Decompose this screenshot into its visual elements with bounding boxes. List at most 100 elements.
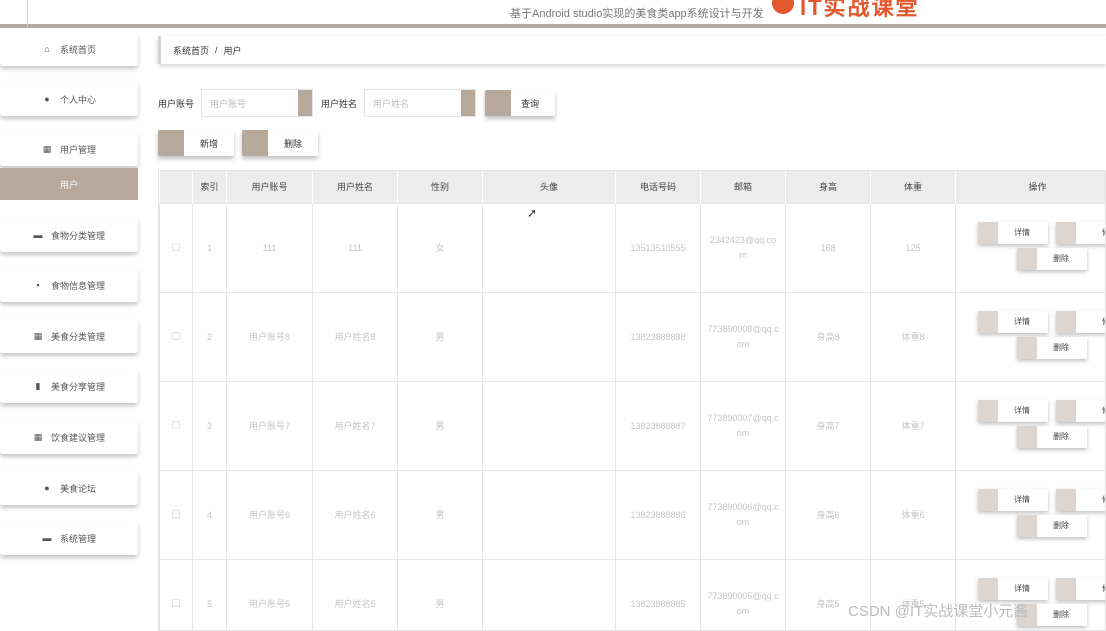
row-delete-button-label: 删除 [1053,254,1069,263]
sidebar-item-diet-advice[interactable]: ▦ 饮食建议管理 [0,420,138,454]
row-checkbox-cell[interactable] [159,202,193,293]
cell-phone: 13823888885 [615,558,701,630]
cell-email: 773890008@qq.com [700,291,786,382]
row-checkbox[interactable] [172,242,180,251]
button-swatch [1056,577,1076,600]
button-swatch [1017,247,1037,270]
breadcrumb-home[interactable]: 系统首页 [173,44,209,57]
sidebar-item-label: 美食分享管理 [50,381,105,392]
cell-index: 2 [192,291,227,382]
grid-icon: ▦ [42,144,52,154]
row-checkbox-cell[interactable] [159,558,193,630]
row-delete-button[interactable]: 删除 [1017,425,1087,448]
watermark: CSDN @IT实战课堂小元酱 [848,603,1029,620]
query-button-label: 查询 [520,98,539,109]
cell-name: 用户姓名8 [312,291,398,382]
breadcrumb-current: 用户 [223,45,242,56]
detail-button-label: 详情 [1014,495,1030,504]
button-swatch [485,90,511,116]
table-header-row: 索引 用户账号 用户姓名 性别 头像 电话号码 邮箱 身高 体重 操作 [159,171,1105,203]
query-button[interactable]: 查询 [485,90,555,116]
cell-phone: 13823888888 [615,291,701,382]
detail-button[interactable]: 详情 [978,221,1048,244]
cell-weight: 125 [870,202,956,293]
table-row: 3 用户账号7 用户姓名7 男 13823888887 773890007@qq… [159,380,1105,471]
edit-button[interactable]: 修改 [1056,577,1105,600]
sidebar-item-food-info[interactable]: ▪ 食物信息管理 [0,268,138,302]
input-edge-decoration [298,90,312,116]
edit-button[interactable]: 修改 [1056,310,1105,333]
monitor-icon: ▬ [42,533,52,543]
person-icon: ● [44,94,50,104]
button-swatch [1017,336,1037,359]
row-checkbox[interactable] [172,420,180,429]
account-search-placeholder: 用户账号 [210,98,247,109]
detail-button[interactable]: 详情 [978,488,1048,511]
cell-index: 3 [192,380,227,471]
input-edge-decoration [461,90,475,116]
breadcrumb: 系统首页 / 用户 [158,36,1106,64]
edit-button[interactable]: 修改 [1056,488,1105,511]
button-swatch [1017,514,1037,537]
sidebar-item-cuisine-category[interactable]: ▦ 美食分类管理 [0,319,138,353]
edit-button[interactable]: 修改 [1056,399,1105,422]
row-checkbox[interactable] [172,598,180,607]
button-swatch [978,310,998,333]
header-checkbox-cell[interactable] [159,171,193,203]
cell-email: 773890007@qq.com [700,380,786,471]
detail-button[interactable]: 详情 [978,399,1048,422]
detail-button-label: 详情 [1014,406,1030,415]
button-swatch [158,130,184,156]
name-search-input[interactable]: 用户姓名 [364,89,476,117]
row-checkbox-cell[interactable] [159,291,193,382]
cell-gender: 男 [397,469,483,560]
cell-email: 773890005@qq.com [700,558,786,630]
edit-button[interactable]: 修改 [1056,221,1105,244]
sidebar-item-label: 食物信息管理 [50,280,105,291]
row-checkbox-cell[interactable] [159,469,193,560]
button-swatch [1056,399,1076,422]
sidebar-item-food-category[interactable]: ▬ 食物分类管理 [0,218,138,252]
sidebar-item-system[interactable]: ▬ 系统管理 [0,521,138,555]
account-search-input[interactable]: 用户账号 [201,89,313,117]
sidebar-item-label: 系统管理 [59,533,96,544]
row-checkbox-cell[interactable] [159,380,193,471]
row-delete-button[interactable]: 删除 [1017,336,1087,359]
cell-weight: 体重7 [870,380,956,471]
sidebar-item-cuisine-share[interactable]: ▮ 美食分享管理 [0,369,138,403]
sidebar-item-label: 个人中心 [59,94,96,105]
cell-email: 2342423@qq.com [700,202,786,293]
row-checkbox[interactable] [172,331,180,340]
detail-button-label: 详情 [1014,584,1030,593]
button-swatch [978,399,998,422]
row-delete-button-label: 删除 [1053,521,1069,530]
cell-height: 168 [785,202,871,293]
sidebar-subitem-user[interactable]: 用户 [0,168,138,200]
column-header: 索引 [192,171,227,203]
logo-icon [772,0,794,14]
grid-icon: ▦ [33,432,43,442]
row-checkbox[interactable] [172,509,180,518]
delete-button[interactable]: 删除 [242,130,318,156]
account-search-label: 用户账号 [158,99,195,109]
detail-button[interactable]: 详情 [978,577,1048,600]
cell-account: 111 [226,202,313,293]
add-button[interactable]: 新增 [158,130,234,156]
cell-operations: 详情 修改 删除 [955,380,1105,471]
sidebar-item-user-management[interactable]: ▦ 用户管理 [0,132,138,166]
row-delete-button[interactable]: 删除 [1017,247,1087,270]
cell-gender: 男 [397,380,483,471]
column-header: 头像 [482,171,616,203]
row-delete-button[interactable]: 删除 [1017,514,1087,537]
cell-index: 5 [192,558,227,630]
button-swatch [1056,221,1076,244]
sidebar-item-label: 美食论坛 [59,483,96,494]
breadcrumb-separator: / [215,45,218,55]
button-swatch [978,488,998,511]
detail-button[interactable]: 详情 [978,310,1048,333]
edit-button-label: 修改 [1102,227,1105,238]
sidebar-item-home[interactable]: ⌂ 系统首页 [0,32,138,66]
sidebar-item-profile[interactable]: ● 个人中心 [0,82,138,116]
sidebar-item-forum[interactable]: ● 美食论坛 [0,471,138,505]
sidebar-item-label: 用户管理 [59,144,96,155]
